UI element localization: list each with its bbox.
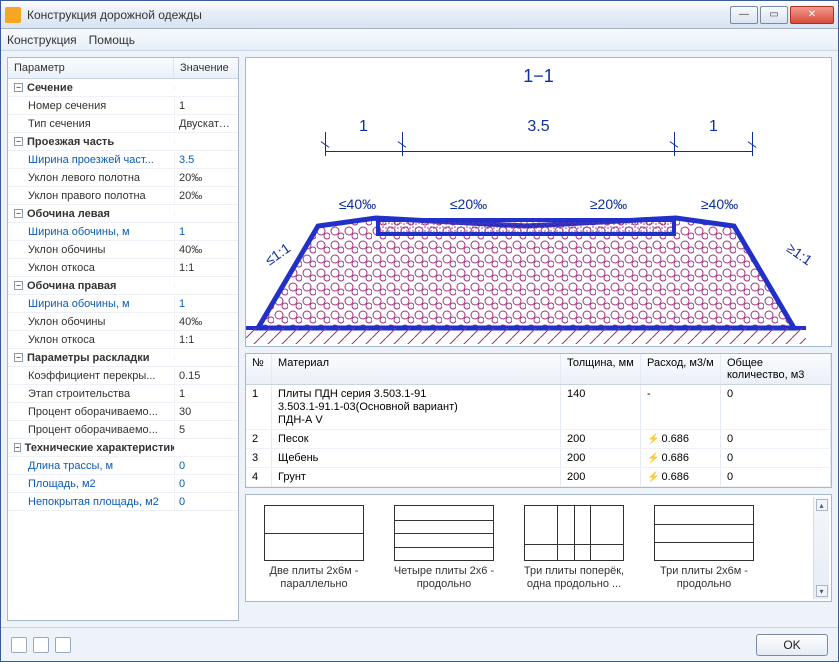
- cross-section-drawing: 1−1 1 3.5 1 ≤40‰: [245, 57, 832, 347]
- window-buttons: — ▭ ✕: [730, 6, 834, 24]
- property-grid: Параметр Значение −Сечение Номер сечения…: [7, 57, 239, 621]
- material-row-4[interactable]: 4Грунт2000.6860: [246, 468, 831, 487]
- row-stage[interactable]: Этап строительства1: [8, 385, 238, 403]
- row-left-embankment[interactable]: Уклон откоса1:1: [8, 259, 238, 277]
- group-carriageway[interactable]: −Проезжая часть: [8, 133, 238, 151]
- materials-header: № Материал Толщина, мм Расход, м3/м Обще…: [246, 354, 831, 385]
- layout-option-2[interactable]: Четыре плиты 2х6 - продольно: [388, 505, 500, 591]
- row-turnover-a[interactable]: Процент оборачиваемо...30: [8, 403, 238, 421]
- expander-icon[interactable]: −: [14, 443, 21, 452]
- layout-option-4[interactable]: Три плиты 2х6м - продольно: [648, 505, 760, 591]
- group-section[interactable]: −Сечение: [8, 79, 238, 97]
- row-area[interactable]: Площадь, м20: [8, 475, 238, 493]
- group-right-shoulder[interactable]: −Обочина правая: [8, 277, 238, 295]
- warning-icon: 0.686: [641, 449, 721, 467]
- col-number: №: [246, 354, 272, 384]
- header-param: Параметр: [8, 58, 174, 78]
- menu-construction[interactable]: Конструкция: [7, 33, 77, 47]
- material-row-1[interactable]: 1 Плиты ПДН серия 3.503.1-91 3.503.1-91.…: [246, 385, 831, 430]
- row-right-slope[interactable]: Уклон правого полотна20‰: [8, 187, 238, 205]
- property-grid-header: Параметр Значение: [8, 58, 238, 79]
- row-right-embankment[interactable]: Уклон откоса1:1: [8, 331, 238, 349]
- expander-icon[interactable]: −: [14, 83, 23, 92]
- expander-icon[interactable]: −: [14, 209, 23, 218]
- warning-icon: 0.686: [641, 468, 721, 486]
- col-thickness: Толщина, мм: [561, 354, 641, 384]
- menu-help[interactable]: Помощь: [89, 33, 135, 47]
- right-zone: 1−1 1 3.5 1 ≤40‰: [245, 57, 832, 621]
- col-material: Материал: [272, 354, 561, 384]
- scroll-up-icon[interactable]: ▴: [816, 499, 828, 511]
- property-grid-body[interactable]: −Сечение Номер сечения1 Тип сеченияДвуск…: [8, 79, 238, 620]
- dialog-footer: OK: [1, 627, 838, 661]
- app-window: Конструкция дорожной одежды — ▭ ✕ Констр…: [0, 0, 839, 662]
- warning-icon: 0.686: [641, 430, 721, 448]
- materials-table: № Материал Толщина, мм Расход, м3/м Обще…: [245, 353, 832, 488]
- gallery-scrollbar[interactable]: ▴ ▾: [813, 497, 829, 599]
- close-button[interactable]: ✕: [790, 6, 834, 24]
- window-title: Конструкция дорожной одежды: [27, 8, 730, 22]
- col-consumption: Расход, м3/м: [641, 354, 721, 384]
- tool-icon[interactable]: [33, 637, 49, 653]
- ok-button[interactable]: OK: [756, 634, 828, 656]
- group-left-shoulder[interactable]: −Обочина левая: [8, 205, 238, 223]
- cross-section-svg: [246, 58, 806, 347]
- row-overlap-coef[interactable]: Коэффициент перекры...0.15: [8, 367, 238, 385]
- header-value: Значение: [174, 58, 238, 78]
- footer-tools: [11, 637, 71, 653]
- menubar: Конструкция Помощь: [1, 29, 838, 51]
- row-uncovered-area[interactable]: Непокрытая площадь, м20: [8, 493, 238, 511]
- settings-icon[interactable]: [55, 637, 71, 653]
- row-carriageway-width[interactable]: Ширина проезжей част...3.5: [8, 151, 238, 169]
- row-right-shoulder-width[interactable]: Ширина обочины, м1: [8, 295, 238, 313]
- row-trace-length[interactable]: Длина трассы, м0: [8, 457, 238, 475]
- layout-gallery: Две плиты 2х6м - параллельно Четыре плит…: [245, 494, 832, 602]
- row-section-type[interactable]: Тип сеченияДвускатна...: [8, 115, 238, 133]
- row-left-slope[interactable]: Уклон левого полотна20‰: [8, 169, 238, 187]
- app-icon: [5, 7, 21, 23]
- expander-icon[interactable]: −: [14, 137, 23, 146]
- scroll-down-icon[interactable]: ▾: [816, 585, 828, 597]
- expander-icon[interactable]: −: [14, 281, 23, 290]
- col-quantity: Общее количество, м3: [721, 354, 831, 384]
- material-row-2[interactable]: 2Песок2000.6860: [246, 430, 831, 449]
- expander-icon[interactable]: −: [14, 353, 23, 362]
- layout-option-1[interactable]: Две плиты 2х6м - параллельно: [258, 505, 370, 591]
- titlebar: Конструкция дорожной одежды — ▭ ✕: [1, 1, 838, 29]
- row-section-number[interactable]: Номер сечения1: [8, 97, 238, 115]
- row-turnover-b[interactable]: Процент оборачиваемо...5: [8, 421, 238, 439]
- row-right-shoulder-slope[interactable]: Уклон обочины40‰: [8, 313, 238, 331]
- group-tech[interactable]: −Технические характеристики: [8, 439, 238, 457]
- client-area: Параметр Значение −Сечение Номер сечения…: [1, 51, 838, 627]
- maximize-button[interactable]: ▭: [760, 6, 788, 24]
- material-row-3[interactable]: 3Щебень2000.6860: [246, 449, 831, 468]
- minimize-button[interactable]: —: [730, 6, 758, 24]
- help-icon[interactable]: [11, 637, 27, 653]
- row-left-shoulder-width[interactable]: Ширина обочины, м1: [8, 223, 238, 241]
- group-layout-params[interactable]: −Параметры раскладки: [8, 349, 238, 367]
- row-left-shoulder-slope[interactable]: Уклон обочины40‰: [8, 241, 238, 259]
- layout-option-3[interactable]: Три плиты поперёк, одна продольно ...: [518, 505, 630, 591]
